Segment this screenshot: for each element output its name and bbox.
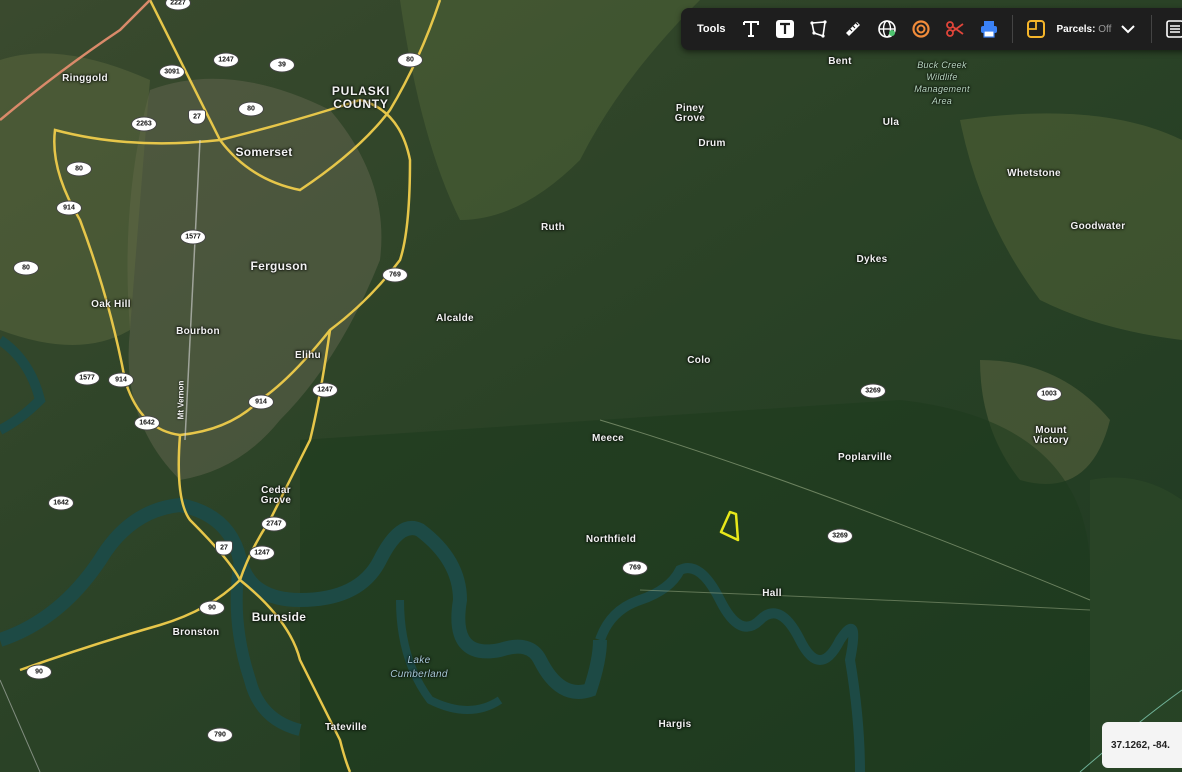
print-tool-button[interactable] — [976, 16, 1002, 42]
road-shield: 1577 — [74, 370, 100, 386]
road-shield: 39 — [269, 57, 295, 73]
road-shield: 3269 — [827, 528, 853, 544]
road-shield: 1642 — [48, 495, 74, 511]
place-piney-grove-line2: Grove — [674, 113, 706, 124]
polygon-tool-button[interactable] — [806, 16, 832, 42]
road-shield: 769 — [382, 267, 408, 283]
road-shield: 90 — [199, 600, 225, 616]
place-pulaski-county-line1: PULASKI — [331, 84, 391, 98]
place-colo: Colo — [687, 355, 711, 366]
place-northfield: Northfield — [585, 534, 637, 545]
parcels-label: Parcels: Off — [1057, 24, 1112, 35]
print-icon — [980, 21, 997, 38]
road-shield: 3091 — [159, 64, 185, 80]
polygon-icon — [809, 20, 827, 38]
road-shield: 2263 — [131, 116, 157, 132]
road-shield: 80 — [397, 52, 423, 68]
place-lake-cumberland-line2: Cumberland — [390, 669, 448, 680]
place-bent: Bent — [828, 56, 852, 67]
menu-button[interactable] — [1162, 16, 1182, 42]
place-oak-hill: Oak Hill — [91, 299, 131, 310]
scissors-tool-button[interactable] — [942, 16, 968, 42]
road-shield: 3269 — [860, 383, 886, 399]
ruler-icon — [845, 22, 860, 36]
parcels-dropdown-button[interactable] — [1115, 16, 1141, 42]
coordinates-text: 37.1262, -84. — [1111, 739, 1170, 751]
scissors-icon — [945, 21, 964, 37]
road-shield: 80 — [66, 161, 92, 177]
place-hargis: Hargis — [658, 719, 692, 730]
place-ruth: Ruth — [541, 222, 565, 233]
globe-tool-button[interactable] — [874, 16, 900, 42]
text-icon — [742, 21, 759, 37]
road-shield: 80 — [238, 101, 264, 117]
toolbar-separator — [1151, 15, 1153, 43]
ruler-tool-button[interactable] — [840, 16, 866, 42]
place-tateville: Tateville — [325, 722, 367, 733]
road-shield: 2747 — [261, 516, 287, 532]
place-elihu: Elihu — [295, 350, 321, 361]
circle-icon — [911, 20, 930, 38]
place-poplarville: Poplarville — [838, 452, 892, 463]
menu-icon — [1166, 20, 1182, 38]
road-shield: 80 — [13, 260, 39, 276]
place-pulaski-county-line2: COUNTY — [333, 97, 389, 111]
road-label-vertical: Mt Vernon — [176, 380, 186, 420]
road-shield: 914 — [248, 394, 274, 410]
map-toolbar: Tools Parcels: Off — [681, 8, 1182, 50]
parcels-label-text: Parcels: — [1056, 23, 1096, 35]
toolbar-separator — [1011, 15, 1013, 43]
place-drum: Drum — [698, 138, 726, 149]
road-shield: 1003 — [1036, 386, 1062, 402]
text-box-tool-button[interactable] — [772, 16, 798, 42]
road-shield-us: 27 — [215, 540, 233, 556]
place-alcalde: Alcalde — [436, 313, 474, 324]
place-whetstone: Whetstone — [1007, 168, 1061, 179]
road-shield: 790 — [207, 727, 233, 743]
place-dykes: Dykes — [856, 254, 888, 265]
place-buck-creek-line3: Management — [914, 84, 970, 94]
globe-icon — [877, 20, 896, 38]
coordinates-readout: 37.1262, -84. — [1102, 722, 1182, 768]
place-buck-creek-line4: Area — [931, 96, 953, 106]
place-buck-creek-line2: Wildlife — [926, 72, 958, 82]
road-shield: 1577 — [180, 229, 206, 245]
road-shield: 914 — [56, 200, 82, 216]
parcels-toggle-button[interactable] — [1023, 16, 1049, 42]
place-hall: Hall — [762, 588, 782, 599]
place-mount-victory-line2: Victory — [1033, 435, 1069, 446]
text-tool-button[interactable] — [738, 16, 764, 42]
chevron-down-icon — [1121, 25, 1136, 34]
place-ferguson: Ferguson — [250, 259, 308, 273]
tools-label: Tools — [697, 23, 726, 35]
southern-forest — [300, 400, 1090, 772]
parcels-state: Off — [1098, 23, 1112, 35]
circle-tool-button[interactable] — [908, 16, 934, 42]
place-goodwater: Goodwater — [1070, 221, 1126, 232]
place-somerset: Somerset — [235, 145, 293, 159]
place-bronston: Bronston — [172, 627, 220, 638]
place-burnside: Burnside — [251, 610, 307, 624]
road-shield: 1247 — [213, 52, 239, 68]
road-shield: 1247 — [249, 545, 275, 561]
road-shield: 769 — [622, 560, 648, 576]
parcels-icon — [1026, 20, 1045, 38]
place-ula: Ula — [882, 117, 900, 128]
text-box-icon — [775, 20, 794, 38]
place-cedar-grove-line2: Grove — [260, 495, 292, 506]
place-lake-cumberland-line1: Lake — [407, 655, 431, 666]
road-shield: 1247 — [312, 382, 338, 398]
road-shield: 1642 — [134, 415, 160, 431]
place-meece: Meece — [591, 433, 625, 444]
place-bourbon: Bourbon — [176, 326, 220, 337]
road-shield-us: 27 — [188, 109, 206, 125]
road-shield: 914 — [108, 372, 134, 388]
place-ringgold: Ringgold — [62, 73, 108, 84]
road-shield: 90 — [26, 664, 52, 680]
place-buck-creek-line1: Buck Creek — [917, 60, 967, 70]
